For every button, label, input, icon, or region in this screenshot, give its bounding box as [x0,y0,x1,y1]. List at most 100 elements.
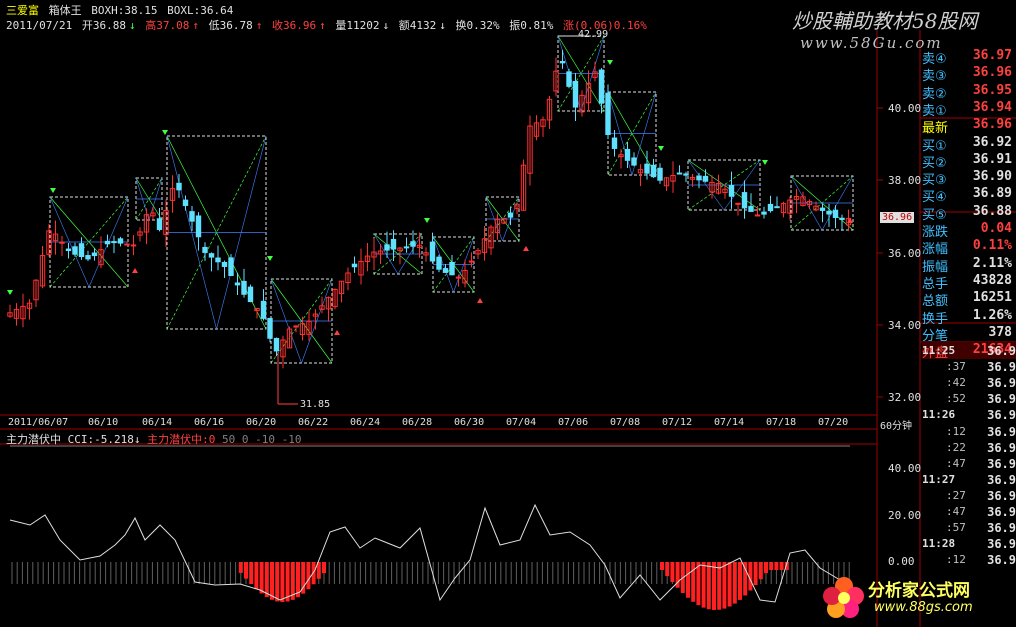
candle-body [293,325,299,328]
chart-canvas[interactable] [0,0,1016,627]
candle-body [195,215,202,238]
tick-time: :22 [946,440,966,454]
sub-bar-red [696,562,701,606]
quote-value: 36.88 [972,203,1012,219]
candle-body [111,241,117,244]
candle-body [748,205,754,212]
quote-label: 卖② [922,86,947,102]
quote-label: 买① [922,138,947,154]
sub-bar-red [322,562,326,574]
date-tick: 2011/06/07 [8,417,69,428]
peak-label: 42.99 [578,29,609,40]
candle-body [754,214,761,217]
up-arrow-icon: ↑ [192,19,199,32]
sub-bar-red [244,562,248,579]
tick-time: 11:28 [922,537,956,551]
candle-body [403,246,410,249]
quote-value: 36.91 [972,151,1012,167]
quote-value: 36.89 [972,186,1012,202]
sub-bar-red [764,562,768,574]
turnover-value: 换0.32% [455,19,500,32]
tick-time: :47 [946,505,966,518]
quote-label: 卖④ [922,52,947,67]
site-logo: 分析家公式网 www.88gs.com [822,574,1012,624]
cci-value: CCI:-5.218 [67,433,134,446]
candle-body [683,173,689,176]
watermark-title: 炒股輔助教材58股网 [792,9,978,33]
sub-indicator-name[interactable]: 主力潜伏中 [6,433,61,446]
tick-price: 36.9 [987,456,1016,471]
tick-time: :12 [946,424,966,438]
stock-name[interactable]: 三爱富 [6,4,39,17]
buy-level: 买④ 36.89 [922,186,1016,205]
candle-body [735,202,741,205]
open-value: 开36.88 [81,19,126,32]
candle-body [468,260,475,263]
quote-value: 1.26% [972,307,1012,323]
price-tick: 40.00 [888,102,922,115]
bar-info: 2011/07/21 开36.88 ↓ 高37.08 ↑ 低36.78 ↑ 收36.9… [6,17,650,33]
candle-body [624,148,631,161]
current-price-marker: 36.96 [880,212,915,223]
buy-level: 买⑤ 36.88 [922,203,1016,223]
tick-time: :42 [946,376,966,390]
quote-value: 16251 [972,290,1012,306]
candle-body [267,317,273,339]
date-tick: 07/04 [506,417,537,428]
candle-body [176,182,182,191]
signal-arrows [7,60,853,335]
tick-row: 11:26 36.9 [922,408,1016,424]
tick-row: :12 36.9 [922,425,1016,441]
date-tick: 07/18 [766,417,797,428]
candle-body [598,69,605,104]
tick-price: 36.9 [987,392,1016,407]
candle-body [449,261,455,276]
stat-row: 振幅 2.11% [922,256,1016,275]
quote-value: 43828 [972,272,1012,288]
candle-body [85,255,91,260]
candle-body [351,263,358,268]
sub-axis-tick: 20.00 [888,509,922,522]
sub-bar-red [249,562,254,585]
tick-row: :47 36.9 [922,457,1016,473]
period-selector[interactable]: 60分钟 [880,417,912,432]
candle-body [657,167,663,181]
logo-url: www.88gs.com [874,600,973,615]
candle-body [241,280,247,295]
sub-bar-red [311,562,316,585]
sub-bar-red [238,562,243,573]
candle-body [644,163,650,174]
tick-price: 36.9 [987,344,1016,358]
sub-bar-red [275,562,280,602]
stat-row: 总手 43828 [922,272,1016,292]
chart-frame [0,30,1016,627]
sub-bar-red [712,562,716,610]
stat-row: 总额 16251 [922,290,1016,309]
date-tick: 06/30 [454,417,485,428]
candle-body [566,71,572,87]
sub-bar-red [264,562,269,598]
sell-arrow-icon [50,188,56,193]
sell-level: 卖④ 36.97 [922,48,1016,67]
candle-body [429,241,436,262]
low-value: 低36.78 [208,19,253,32]
close-value: 收36.96 [271,19,317,32]
tick-row: :42 36.9 [922,376,1016,392]
flower-logo-icon [823,577,864,618]
candle-body [696,175,702,181]
sub-bar-red [280,562,285,602]
amount-value: 额4132 [398,19,437,32]
candle-body [78,243,85,258]
sub-bar-red [270,562,274,600]
tick-row: 11:27 36.9 [922,473,1016,489]
candle-body [650,164,657,178]
price-tick: 32.00 [888,391,922,404]
up-arrow-icon: ↑ [319,19,326,32]
candle-body [228,257,234,277]
candle-body [202,246,208,253]
tick-price: 36.9 [987,360,1016,375]
price-tick: 34.00 [888,319,922,332]
sub-bar-red [660,562,664,570]
candle-body [221,261,228,267]
sub-axis-tick: 40.00 [888,462,922,475]
